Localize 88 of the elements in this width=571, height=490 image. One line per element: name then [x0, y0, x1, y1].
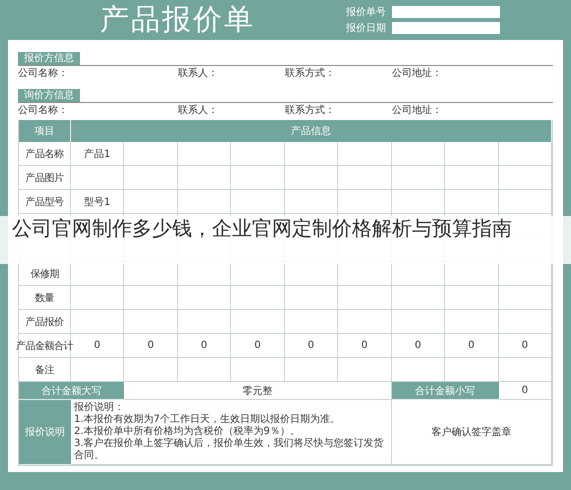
table-cell	[284, 358, 338, 382]
table-cell	[338, 142, 392, 166]
table-cell: 0	[445, 334, 499, 358]
table-cell	[338, 358, 392, 382]
table-cell: 0	[338, 334, 392, 358]
table-cell	[338, 166, 392, 190]
notes-heading: 报价说明：	[74, 402, 124, 414]
table-cell	[392, 286, 446, 310]
table-cell	[124, 166, 178, 190]
table-cell	[338, 190, 392, 214]
table-cell	[71, 166, 124, 190]
total-value: 0	[498, 382, 552, 400]
table-cell: 0	[124, 334, 178, 358]
table-cell	[178, 190, 232, 214]
column-header: 产品信息	[71, 120, 552, 142]
table-cell: 0	[71, 334, 124, 358]
table-cell	[178, 142, 232, 166]
table-cell	[178, 310, 232, 334]
signature-label: 客户确认签字盖章	[431, 426, 512, 439]
field-label: 报价日期	[346, 22, 386, 35]
table-cell	[231, 310, 285, 334]
table-cell	[231, 142, 285, 166]
row-label: 产品报价	[19, 310, 71, 334]
table-cell	[392, 142, 446, 166]
form-title: 产品报价单	[100, 1, 255, 38]
field-label: 公司名称：	[18, 67, 69, 81]
total-value: 零元整	[124, 382, 392, 400]
field-label: 联系方式：	[285, 104, 336, 118]
caption-text: 公司官网制作多少钱，企业官网定制价格解析与预算指南	[12, 216, 513, 240]
row-label: 产品型号	[19, 190, 71, 214]
notes-label: 报价说明	[19, 400, 71, 465]
table-cell	[284, 310, 338, 334]
table-cell	[445, 310, 499, 334]
table-cell	[284, 142, 338, 166]
table-cell	[445, 190, 499, 214]
table-cell	[178, 286, 232, 310]
table-cell	[231, 358, 285, 382]
table-cell	[392, 310, 446, 334]
table-cell	[392, 190, 446, 214]
table-cell	[284, 286, 338, 310]
table-cell	[231, 166, 285, 190]
field-label: 公司地址：	[392, 66, 443, 81]
table-cell: 产品1	[71, 142, 124, 166]
total-label: 合计金额小写	[392, 382, 499, 400]
field-label: 联系人：	[178, 66, 219, 81]
field-label: 联系人：	[178, 104, 219, 118]
field-label: 公司名称：	[18, 104, 69, 118]
row-label: 产品金额合计	[19, 334, 71, 358]
table-cell	[231, 190, 285, 214]
total-label: 合计金额大写	[19, 382, 124, 400]
field-label: 报价单号	[346, 6, 386, 19]
table-cell	[284, 166, 338, 190]
table-cell: 0	[231, 334, 285, 358]
table-cell: 型号1	[71, 190, 124, 214]
field-label: 公司地址：	[392, 104, 443, 118]
table-cell	[284, 190, 338, 214]
input-field[interactable]	[392, 22, 500, 34]
table-cell	[71, 310, 124, 334]
table-cell	[445, 166, 499, 190]
field-label: 联系方式：	[285, 66, 336, 81]
table-cell	[124, 142, 178, 166]
table-cell	[124, 190, 178, 214]
table-cell	[338, 310, 392, 334]
notes-line: 3.客户在报价单上签字确认后，报价单生效，我们将尽快与您签订发货合同。	[74, 438, 385, 462]
table-cell	[124, 310, 178, 334]
section-heading: 询价方信息	[18, 89, 80, 102]
row-label: 产品名称	[19, 142, 71, 166]
table-cell	[445, 286, 499, 310]
section-heading: 报价方信息	[18, 52, 80, 65]
table-cell: 0	[498, 334, 552, 358]
row-label: 数量	[19, 286, 71, 310]
table-cell	[445, 142, 499, 166]
table-cell: 0	[284, 334, 338, 358]
table-cell	[124, 286, 178, 310]
notes-line: 1.本报价有效期为7个工作日天，生效日期以报价日期为准。	[74, 414, 340, 426]
notes-line: 2.本报价单中所有价格均为含税价（税率为9％）。	[74, 426, 300, 438]
table-cell	[178, 358, 232, 382]
table-cell	[231, 286, 285, 310]
table-cell: 0	[392, 334, 446, 358]
table-cell: 0	[178, 334, 232, 358]
column-header: 项目	[19, 120, 71, 142]
table-cell	[178, 166, 232, 190]
table-cell	[338, 286, 392, 310]
row-label: 产品图片	[19, 166, 71, 190]
input-field[interactable]	[392, 6, 500, 18]
table-cell	[71, 286, 124, 310]
table-cell	[392, 166, 446, 190]
table-cell	[124, 358, 178, 382]
